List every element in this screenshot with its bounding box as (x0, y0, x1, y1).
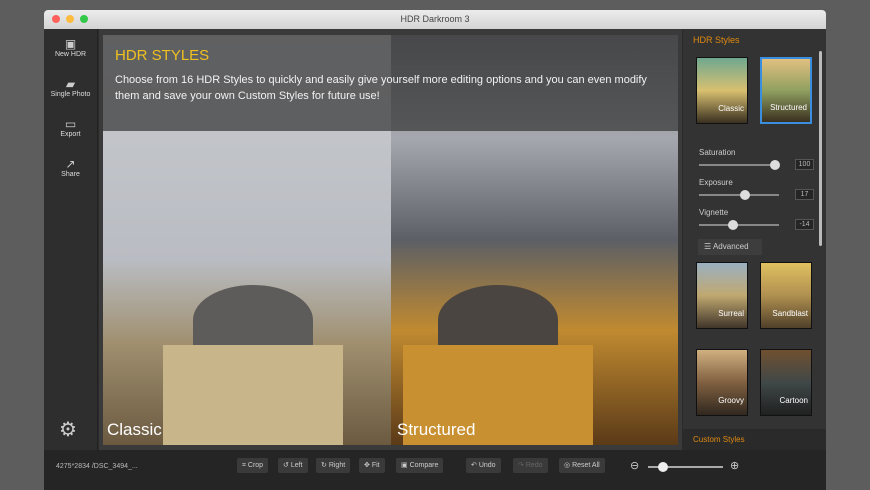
single-photo-button[interactable]: ▰ Single Photo (44, 69, 97, 109)
fit-icon: ✥ (364, 462, 372, 469)
title-bar: HDR Darkroom 3 (44, 10, 826, 29)
label: Undo (478, 462, 496, 469)
gear-icon[interactable]: ⚙ (59, 417, 77, 442)
label: Structured (770, 103, 807, 112)
label: Surreal (718, 309, 744, 318)
custom-styles-header[interactable]: Custom Styles (683, 429, 826, 450)
label: Classic (718, 104, 744, 113)
saturation-value[interactable]: 100 (795, 159, 814, 170)
export-icon: ▭ (64, 117, 77, 131)
style-sandblast[interactable]: Sandblast (760, 262, 812, 329)
classic-label: Classic (107, 420, 162, 439)
vignette-label: Vignette (699, 208, 729, 217)
label: Single Photo (50, 91, 91, 98)
zoom-out-icon[interactable]: ⊖ (630, 459, 639, 472)
undo-button[interactable]: ↶ Undo (466, 458, 501, 473)
file-info: 4275*2834 /DSC_3494_... (56, 463, 138, 470)
banner-text: Choose from 16 HDR Styles to quickly and… (115, 74, 647, 102)
exposure-label: Exposure (699, 178, 733, 187)
crop-button[interactable]: ⌗ Crop (237, 458, 269, 473)
reset-all-button[interactable]: ◎ Reset All (559, 458, 605, 473)
compare-button[interactable]: ▣ Compare (396, 458, 444, 473)
label: New HDR (54, 51, 87, 58)
label: Sandblast (772, 309, 808, 318)
style-cartoon[interactable]: Cartoon (760, 349, 812, 416)
rotate-right-button[interactable]: ↻ Right (316, 458, 351, 473)
slider-knob[interactable] (740, 190, 751, 200)
fit-button[interactable]: ✥ Fit (359, 458, 385, 473)
rotate-left-icon: ↺ (283, 462, 291, 469)
saturation-slider[interactable] (699, 160, 780, 170)
new-hdr-button[interactable]: ▣ New HDR (44, 29, 97, 69)
export-button[interactable]: ▭ Export (44, 109, 97, 149)
preview-area: HDR STYLES Choose from 16 HDR Styles to … (99, 29, 682, 450)
panel-title: HDR Styles (693, 35, 740, 45)
photo-compare[interactable]: HDR STYLES Choose from 16 HDR Styles to … (103, 35, 678, 445)
list-icon: ☰ (704, 242, 713, 251)
exposure-value[interactable]: 17 (795, 189, 814, 200)
info-banner: HDR STYLES Choose from 16 HDR Styles to … (103, 35, 678, 131)
style-groovy[interactable]: Groovy (696, 349, 748, 416)
advanced-button[interactable]: ☰ Advanced (698, 239, 762, 255)
label: Cartoon (779, 396, 808, 405)
banner-title: HDR STYLES (115, 47, 210, 64)
rotate-right-icon: ↻ (321, 462, 329, 469)
share-icon: ↗ (65, 157, 76, 171)
zoom-button[interactable] (80, 15, 88, 23)
minimize-button[interactable] (66, 15, 74, 23)
label: Groovy (718, 396, 744, 405)
share-button[interactable]: ↗ Share (44, 149, 97, 189)
reset-icon: ◎ (564, 462, 573, 469)
label: Crop (247, 462, 264, 469)
style-classic[interactable]: Classic (696, 57, 748, 124)
redo-button[interactable]: ↷ Redo (513, 458, 548, 473)
style-surreal[interactable]: Surreal (696, 262, 748, 329)
label: Right (328, 462, 346, 469)
window-title: HDR Darkroom 3 (400, 14, 470, 24)
label: Compare (409, 462, 439, 469)
label: Share (61, 171, 80, 178)
undo-icon: ↶ (471, 462, 479, 469)
vignette-value[interactable]: -14 (795, 219, 814, 230)
exposure-slider[interactable] (699, 190, 779, 200)
redo-icon: ↷ (518, 462, 526, 469)
bottom-toolbar: 4275*2834 /DSC_3494_... ⌗ Crop ↺ Left ↻ … (44, 450, 826, 490)
saturation-label: Saturation (699, 148, 736, 157)
compare-icon: ▣ (401, 462, 410, 469)
sidebar: ▣ New HDR ▰ Single Photo ▭ Export ↗ Share ⚙ (44, 29, 98, 450)
rotate-left-button[interactable]: ↺ Left (278, 458, 308, 473)
slider-knob[interactable] (770, 160, 780, 170)
structured-label: Structured (397, 420, 476, 439)
folder-icon: ▰ (65, 77, 76, 91)
church-left (163, 345, 343, 445)
label: Left (290, 462, 303, 469)
vignette-slider[interactable] (699, 220, 779, 230)
label: Advanced (712, 242, 749, 251)
app-window: HDR Darkroom 3 ▣ New HDR ▰ Single Photo ▭ E… (44, 10, 826, 490)
slider-knob[interactable] (658, 462, 668, 472)
image-icon: ▣ (64, 37, 77, 51)
panel-scrollbar[interactable] (819, 51, 822, 246)
zoom-in-icon[interactable]: ⊕ (730, 459, 739, 472)
styles-panel: HDR Styles Classic Structured Saturation… (683, 29, 826, 450)
label: Export (60, 131, 81, 138)
label: Redo (525, 462, 543, 469)
style-structured[interactable]: Structured (760, 57, 812, 124)
close-button[interactable] (52, 15, 60, 23)
label: Reset All (572, 462, 600, 469)
slider-knob[interactable] (728, 220, 739, 230)
label: Fit (371, 462, 380, 469)
zoom-slider[interactable] (648, 462, 723, 472)
